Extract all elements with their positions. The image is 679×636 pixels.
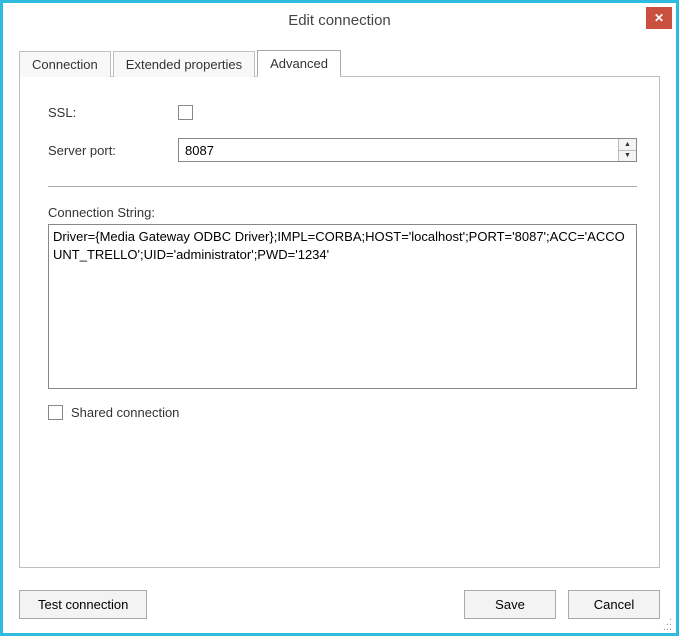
window-title: Edit connection [288,12,391,29]
shared-connection-checkbox[interactable] [48,405,63,420]
shared-connection-label: Shared connection [71,405,179,420]
spinner-down-button[interactable]: ▼ [619,151,636,162]
ssl-label: SSL: [48,105,178,120]
advanced-panel: SSL: Server port: ▲ ▼ [19,76,660,568]
connection-string-label: Connection String: [48,205,637,220]
shared-connection-row: Shared connection [48,405,637,420]
tab-connection[interactable]: Connection [19,51,111,77]
test-connection-button[interactable]: Test connection [19,590,147,619]
spinner-up-button[interactable]: ▲ [619,139,636,151]
server-port-input[interactable] [179,139,618,161]
tab-advanced[interactable]: Advanced [257,50,341,77]
tab-extended-properties[interactable]: Extended properties [113,51,255,77]
close-button[interactable]: ✕ [646,7,672,29]
server-port-label: Server port: [48,143,178,158]
ssl-row: SSL: [48,105,637,120]
tabstrip: Connection Extended properties Advanced [19,49,660,76]
chevron-up-icon: ▲ [624,141,631,148]
server-port-spinner: ▲ ▼ [178,138,637,162]
server-port-row: Server port: ▲ ▼ [48,138,637,162]
divider [48,186,637,187]
ssl-checkbox[interactable] [178,105,193,120]
dialog-body: Connection Extended properties Advanced … [3,37,676,578]
chevron-down-icon: ▼ [624,152,631,159]
edit-connection-dialog: Edit connection ✕ Connection Extended pr… [0,0,679,636]
cancel-button[interactable]: Cancel [568,590,660,619]
close-icon: ✕ [654,11,664,25]
spinner-buttons: ▲ ▼ [618,139,636,161]
connection-string-textarea[interactable] [48,224,637,389]
save-button[interactable]: Save [464,590,556,619]
titlebar: Edit connection ✕ [3,3,676,37]
dialog-footer: Test connection Save Cancel [3,578,676,633]
